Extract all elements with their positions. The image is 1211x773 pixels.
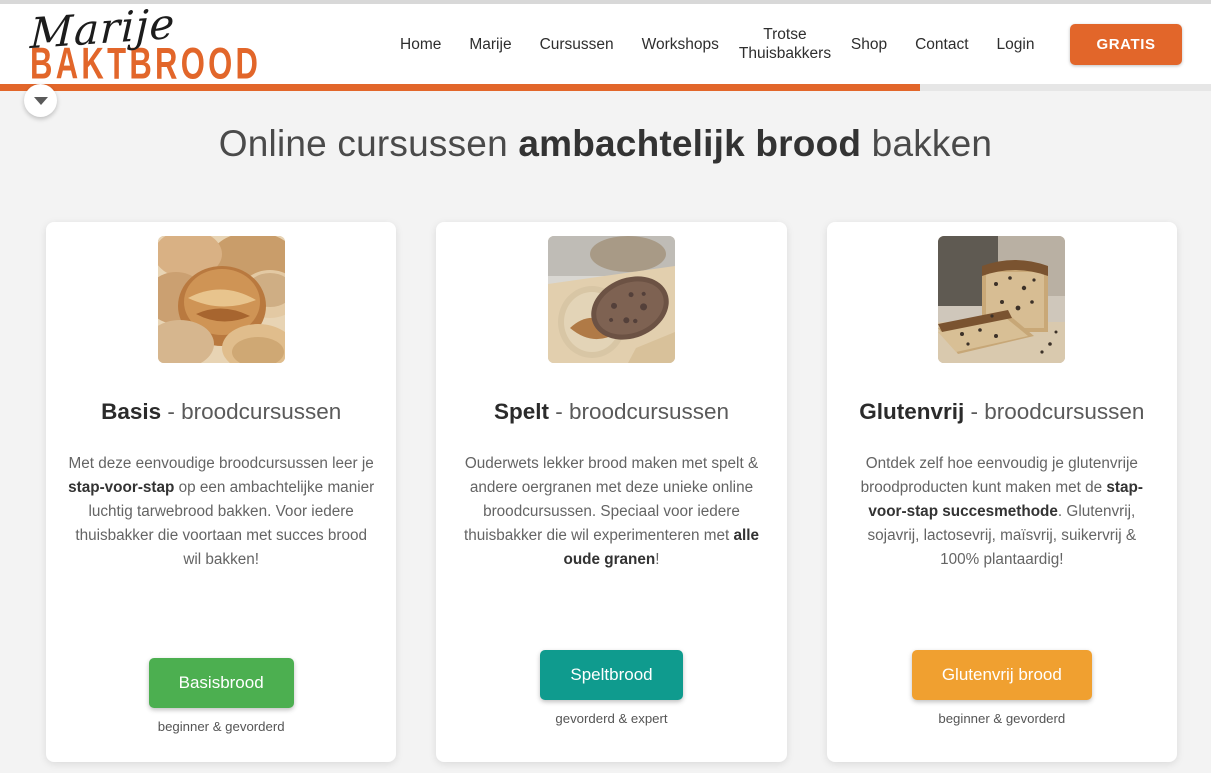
basis-card-text: Met deze eenvoudige broodcursussen leer … bbox=[62, 452, 380, 572]
site-header: Marije BAKTBROOD Home Marije Cursussen W… bbox=[0, 0, 1211, 88]
course-card-list: Basis - broodcursussen Met deze eenvoudi… bbox=[46, 222, 1177, 762]
gratis-cta-button[interactable]: GRATIS bbox=[1070, 23, 1182, 65]
spelt-card-title-strong: Spelt bbox=[493, 399, 549, 424]
chevron-down-icon bbox=[33, 96, 48, 105]
course-card-basis[interactable]: Basis - broodcursussen Met deze eenvoudi… bbox=[46, 222, 397, 762]
glutenvrij-text-1: Ontdek zelf hoe eenvoudig je glutenvrije… bbox=[860, 455, 1138, 496]
nav-item-home[interactable]: Home bbox=[386, 35, 455, 54]
page-title-part1: Online cursussen bbox=[218, 123, 519, 164]
basis-text-bold: stap-voor-stap bbox=[68, 479, 175, 496]
basis-text-1: Met deze eenvoudige broodcursussen leer … bbox=[68, 455, 374, 472]
basis-card-title-strong: Basis bbox=[101, 399, 162, 424]
spelt-card-title: Spelt - broodcursussen bbox=[452, 399, 770, 425]
nav-item-contact[interactable]: Contact bbox=[901, 35, 982, 54]
site-logo[interactable]: Marije BAKTBROOD bbox=[22, 0, 258, 88]
page-title-part2: bakken bbox=[861, 123, 993, 164]
spelt-text-1: Ouderwets lekker brood maken met spelt &… bbox=[463, 455, 759, 544]
spelt-card-text: Ouderwets lekker brood maken met spelt &… bbox=[452, 452, 770, 572]
glutenvrij-card-title-rest: - broodcursussen bbox=[964, 399, 1145, 424]
scroll-down-button[interactable] bbox=[24, 84, 57, 117]
glutenvrij-brood-button[interactable]: Glutenvrij brood bbox=[911, 650, 1092, 700]
main-navigation: Home Marije Cursussen Workshops Trotse T… bbox=[386, 4, 1182, 84]
nav-item-marije[interactable]: Marije bbox=[455, 35, 525, 54]
basisbrood-button[interactable]: Basisbrood bbox=[148, 658, 294, 708]
main-content: Online cursussen ambachtelijk brood bakk… bbox=[0, 91, 1211, 773]
nav-item-shop[interactable]: Shop bbox=[837, 35, 901, 54]
page-title-strong: ambachtelijk brood bbox=[518, 123, 862, 164]
basis-card-footer: Basisbrood beginner & gevorderd bbox=[46, 658, 396, 734]
course-card-glutenvrij[interactable]: Glutenvrij - broodcursussen Ontdek zelf … bbox=[826, 222, 1177, 762]
nav-item-trotse-thuisbakkers[interactable]: Trotse Thuisbakkers bbox=[733, 25, 837, 63]
basis-card-title-rest: - broodcursussen bbox=[161, 399, 342, 424]
speltbrood-button[interactable]: Speltbrood bbox=[540, 650, 683, 700]
logo-script-text: Marije bbox=[29, 0, 177, 59]
spelt-bread-image bbox=[547, 236, 675, 363]
glutenvrij-level-caption: beginner & gevorderd bbox=[938, 711, 1066, 726]
glutenvrij-card-title: Glutenvrij - broodcursussen bbox=[843, 399, 1161, 425]
glutenvrij-bread-image bbox=[938, 236, 1066, 363]
basis-level-caption: beginner & gevorderd bbox=[157, 719, 285, 734]
nav-item-cursussen[interactable]: Cursussen bbox=[526, 35, 628, 54]
spelt-level-caption: gevorderd & expert bbox=[555, 711, 668, 726]
glutenvrij-card-text: Ontdek zelf hoe eenvoudig je glutenvrije… bbox=[843, 452, 1161, 572]
basis-card-title: Basis - broodcursussen bbox=[62, 399, 380, 425]
spelt-text-2: ! bbox=[655, 551, 660, 568]
glutenvrij-card-title-strong: Glutenvrij bbox=[859, 399, 965, 424]
nav-item-login[interactable]: Login bbox=[983, 35, 1049, 54]
page-title: Online cursussen ambachtelijk brood bakk… bbox=[0, 91, 1211, 165]
spelt-card-footer: Speltbrood gevorderd & expert bbox=[436, 650, 786, 726]
nav-item-workshops[interactable]: Workshops bbox=[628, 35, 733, 54]
spelt-card-title-rest: - broodcursussen bbox=[548, 399, 730, 424]
basis-bread-image bbox=[157, 236, 285, 363]
course-card-spelt[interactable]: Spelt - broodcursussen Ouderwets lekker … bbox=[436, 222, 787, 762]
glutenvrij-card-footer: Glutenvrij brood beginner & gevorderd bbox=[827, 650, 1177, 726]
